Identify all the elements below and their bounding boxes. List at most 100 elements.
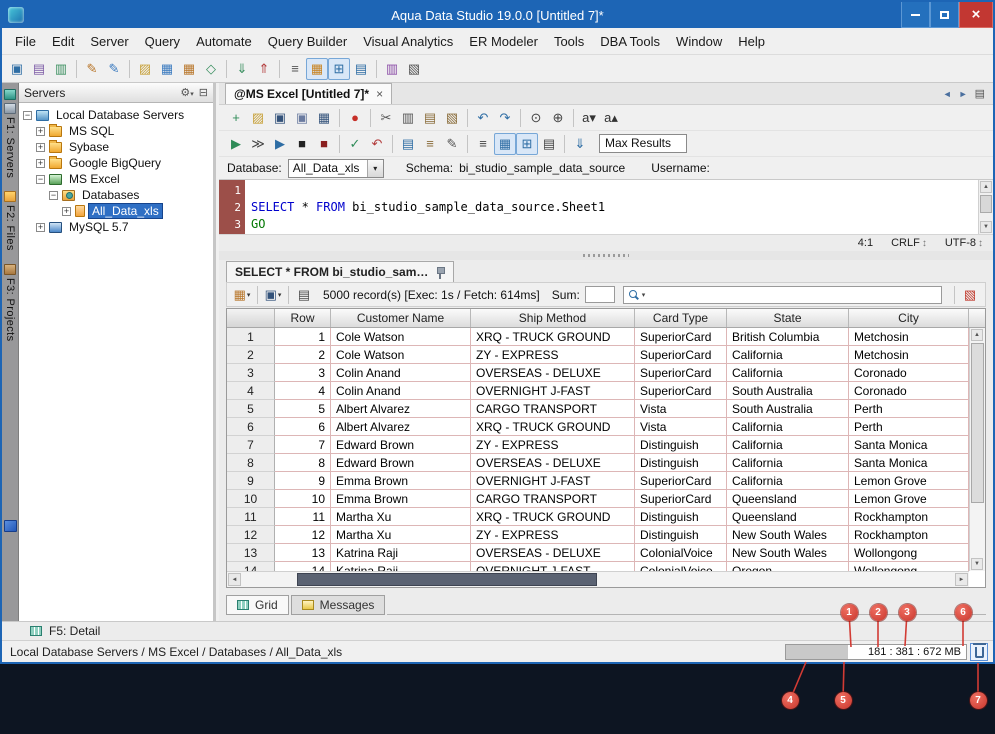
row-number-cell[interactable]: 2: [227, 346, 275, 364]
menu-file[interactable]: File: [8, 31, 43, 52]
editor-tab[interactable]: @MS Excel [Untitled 7]* ×: [225, 83, 392, 104]
format-sql-icon[interactable]: ≡: [419, 133, 441, 155]
row-number-cell[interactable]: 12: [227, 526, 275, 544]
execute-all-icon[interactable]: ≫: [247, 133, 269, 155]
search-options-icon[interactable]: ▾: [642, 291, 646, 299]
paste-history-icon[interactable]: ▧: [441, 107, 463, 129]
menu-server[interactable]: Server: [83, 31, 135, 52]
cell[interactable]: Queensland: [727, 508, 849, 526]
vscroll-thumb[interactable]: [971, 343, 984, 503]
tree-item-google-bigquery[interactable]: +Google BigQuery: [19, 155, 213, 171]
cell[interactable]: SuperiorCard: [635, 364, 727, 382]
menu-er-modeler[interactable]: ER Modeler: [462, 31, 545, 52]
cell[interactable]: Emma Brown: [331, 472, 471, 490]
cell[interactable]: Colin Anand: [331, 382, 471, 400]
grid-view-icon[interactable]: ▦: [306, 58, 328, 80]
cell[interactable]: South Australia: [727, 382, 849, 400]
grid-hscrollbar[interactable]: ◄ ►: [227, 571, 969, 587]
garbage-collect-button[interactable]: [970, 643, 988, 661]
undo-icon[interactable]: ↶: [472, 107, 494, 129]
search-field[interactable]: ▾: [623, 286, 942, 304]
save-all-icon[interactable]: ▦: [313, 107, 335, 129]
grid-corner[interactable]: [227, 309, 275, 327]
save-icon[interactable]: ▣: [269, 107, 291, 129]
cell[interactable]: California: [727, 472, 849, 490]
tree-item-sybase[interactable]: +Sybase: [19, 139, 213, 155]
cell[interactable]: Coronado: [849, 364, 969, 382]
form-view-icon[interactable]: ▤: [350, 58, 372, 80]
new-query-analyzer-icon[interactable]: ✎: [81, 58, 103, 80]
cell[interactable]: XRQ - TRUCK GROUND: [471, 508, 635, 526]
cell[interactable]: CARGO TRANSPORT: [471, 400, 635, 418]
chart-view-icon[interactable]: ▥: [381, 58, 403, 80]
cell[interactable]: California: [727, 364, 849, 382]
row-number-cell[interactable]: 6: [227, 418, 275, 436]
grid-vscrollbar[interactable]: ▲ ▼: [969, 328, 985, 571]
cell[interactable]: Edward Brown: [331, 454, 471, 472]
combo-arrow-icon[interactable]: ▾: [367, 160, 383, 177]
cell[interactable]: California: [727, 436, 849, 454]
hscroll-thumb[interactable]: [297, 573, 597, 586]
grid-options-icon[interactable]: ▦▾: [231, 284, 253, 306]
row-number-cell[interactable]: 8: [227, 454, 275, 472]
cell[interactable]: ZY - EXPRESS: [471, 526, 635, 544]
cell[interactable]: Perth: [849, 400, 969, 418]
cell[interactable]: Emma Brown: [331, 490, 471, 508]
cell[interactable]: OVERSEAS - DELUXE: [471, 544, 635, 562]
commit-icon[interactable]: ✓: [344, 133, 366, 155]
cell[interactable]: 5: [275, 400, 331, 418]
find-icon[interactable]: ⊙: [525, 107, 547, 129]
rollback-icon[interactable]: ↶: [366, 133, 388, 155]
database-combo[interactable]: All_Data_xls ▾: [288, 159, 384, 178]
cell[interactable]: Cole Watson: [331, 328, 471, 346]
cell[interactable]: SuperiorCard: [635, 382, 727, 400]
cell[interactable]: XRQ - TRUCK GROUND: [471, 418, 635, 436]
goto-line-icon[interactable]: ⊕: [547, 107, 569, 129]
sql-editor[interactable]: 123 SELECT * FROM bi_studio_sample_data_…: [219, 179, 993, 234]
script-window-icon[interactable]: ▧: [403, 58, 425, 80]
tree-item-local-database-servers[interactable]: −Local Database Servers: [19, 107, 213, 123]
cell[interactable]: 12: [275, 526, 331, 544]
editor-vscrollbar[interactable]: ▲ ▼: [978, 180, 993, 234]
scroll-left-icon[interactable]: ◄: [228, 573, 241, 586]
results-grid-icon[interactable]: ▦: [494, 133, 516, 155]
redo-icon[interactable]: ↷: [494, 107, 516, 129]
tab-messages[interactable]: Messages: [291, 595, 386, 615]
cell[interactable]: ColonialVoice: [635, 544, 727, 562]
fetch-all-icon[interactable]: ⇓: [569, 133, 591, 155]
dock-tab-f3-projects[interactable]: F3: Projects: [4, 262, 16, 344]
minimize-button[interactable]: [901, 2, 930, 28]
cell[interactable]: California: [727, 418, 849, 436]
cell[interactable]: OVERNIGHT J-FAST: [471, 472, 635, 490]
tab-list-icon[interactable]: ▤: [975, 87, 985, 100]
import-data-icon[interactable]: ⇓: [231, 58, 253, 80]
grid-rows-viewport[interactable]: 11Cole WatsonXRQ - TRUCK GROUNDSuperiorC…: [227, 328, 969, 573]
results-text-icon[interactable]: ≡: [472, 133, 494, 155]
editor-scroll-thumb[interactable]: [980, 195, 992, 213]
collapse-panel-icon[interactable]: ⊟: [199, 86, 208, 99]
cell[interactable]: SuperiorCard: [635, 346, 727, 364]
cell[interactable]: Queensland: [727, 490, 849, 508]
cell[interactable]: CARGO TRANSPORT: [471, 490, 635, 508]
menu-automate[interactable]: Automate: [189, 31, 259, 52]
tab-scroll-left-icon[interactable]: ◄: [943, 89, 952, 99]
tab-close-icon[interactable]: ×: [376, 87, 383, 101]
cell[interactable]: 3: [275, 364, 331, 382]
expand-icon[interactable]: +: [62, 207, 71, 216]
tree-item-ms-excel[interactable]: −MS Excel: [19, 171, 213, 187]
edit-snippet-icon[interactable]: ✎: [441, 133, 463, 155]
new-query-builder-icon[interactable]: ✎: [103, 58, 125, 80]
menu-query-builder[interactable]: Query Builder: [261, 31, 354, 52]
scroll-up-icon[interactable]: ▲: [971, 329, 983, 341]
tree-item-all-data-xls[interactable]: +All_Data_xls: [19, 203, 213, 219]
column-header-customer-name[interactable]: Customer Name: [331, 309, 471, 327]
increase-font-icon[interactable]: a▴: [600, 107, 622, 129]
cell[interactable]: 8: [275, 454, 331, 472]
row-number-cell[interactable]: 7: [227, 436, 275, 454]
cell[interactable]: Distinguish: [635, 508, 727, 526]
export-data-icon[interactable]: ⇑: [253, 58, 275, 80]
cell[interactable]: Edward Brown: [331, 436, 471, 454]
dock-tab-f2-files[interactable]: F2: Files: [4, 189, 16, 253]
format-results-icon[interactable]: ▧: [959, 284, 981, 306]
copy-icon[interactable]: ▥: [397, 107, 419, 129]
